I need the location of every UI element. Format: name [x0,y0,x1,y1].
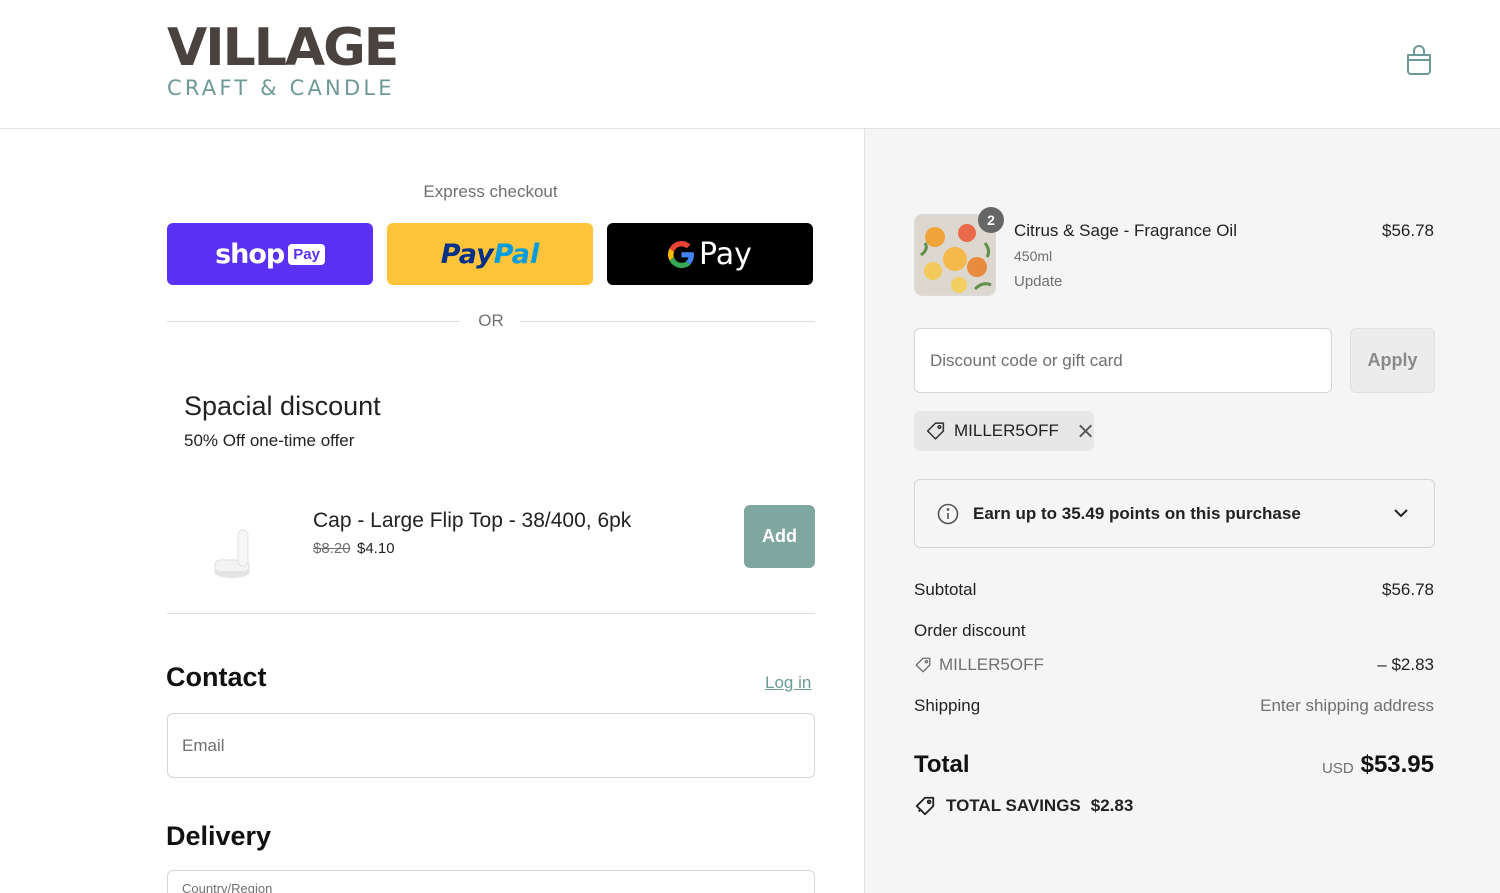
tag-icon [926,422,945,440]
total-savings: TOTAL SAVINGS $2.83 [914,795,1133,817]
upsell-subtitle: 50% Off one-time offer [184,431,355,450]
subtotal-label: Subtotal [914,580,977,599]
loyalty-points-toggle[interactable]: Earn up to 35.49 points on this purchase [914,479,1435,548]
shop-pay-badge: Pay [288,243,325,265]
shop-pay-wordmark: shop [215,238,285,270]
applied-discount-code: MILLER5OFF [953,421,1059,440]
google-g-icon [668,240,694,268]
discount-code-input[interactable] [914,328,1332,393]
cart-item-update-link[interactable]: Update [1014,273,1062,290]
quantity-badge: 2 [978,207,1004,233]
order-discount-label: Order discount [914,621,1026,640]
store-logo[interactable]: VILLAGE CRAFT & CANDLE [167,18,399,100]
country-region-label: Country/Region [182,881,273,893]
loyalty-points-text: Earn up to 35.49 points on this purchase [973,503,1301,523]
info-icon [937,503,959,524]
delivery-section-title: Delivery [166,821,272,851]
paypal-button[interactable]: PayPal [387,223,593,285]
log-in-link[interactable]: Log in [765,673,811,693]
cap-product-image [214,529,250,578]
country-region-select[interactable]: Country/Region [167,870,815,893]
google-pay-button[interactable]: Pay [607,223,813,285]
shop-pay-button[interactable]: shop Pay [167,223,373,285]
total-value: $53.95 [1360,751,1434,778]
total-label: Total [914,751,970,778]
chevron-down-icon [1394,509,1408,518]
upsell-divider [167,613,815,614]
shipping-value: Enter shipping address [1260,696,1434,715]
add-upsell-button[interactable]: Add [744,505,815,568]
savings-tag-icon [915,796,935,816]
subtotal-value: $56.78 [1382,580,1434,599]
cart-item-variant: 450ml [1014,248,1053,264]
shopping-bag-icon[interactable] [1404,44,1434,76]
google-pay-wordmark: Pay [668,237,752,272]
apply-discount-button[interactable]: Apply [1350,328,1435,393]
or-divider: OR [167,310,815,332]
contact-section-title: Contact [166,662,267,692]
logo-main-text: VILLAGE [167,18,399,78]
paypal-word-part2: Pal [493,238,540,270]
remove-discount-close-icon[interactable] [1077,422,1094,440]
upsell-product-name: Cap - Large Flip Top - 38/400, 6pk [313,509,632,532]
total-savings-label: TOTAL SAVINGS [946,796,1081,815]
shipping-label: Shipping [914,696,981,715]
order-discount-value: – $2.83 [1377,655,1434,674]
upsell-title: Spacial discount [184,391,381,421]
tag-icon [915,657,931,673]
order-discount-code: MILLER5OFF [939,655,1044,674]
express-checkout-title: Express checkout [423,182,558,201]
order-discount-code-row: MILLER5OFF [914,655,1044,675]
paypal-word-part1: Pay [440,238,494,270]
email-field[interactable] [167,713,815,778]
cart-item-name: Citrus & Sage - Fragrance Oil [1014,221,1237,240]
total-savings-value: $2.83 [1090,796,1134,815]
cart-item-price: $56.78 [1382,221,1434,240]
paypal-wordmark: PayPal [441,239,540,270]
site-header: VILLAGE CRAFT & CANDLE [0,0,1500,129]
google-pay-label: Pay [699,236,752,272]
logo-sub-text: CRAFT & CANDLE [167,76,395,100]
total-currency: USD [1322,760,1354,777]
or-text: OR [478,311,504,330]
upsell-price-original: $8.20 [313,540,351,557]
upsell-price-sale: $4.10 [357,540,395,557]
applied-discount-chip: MILLER5OFF [914,411,1094,451]
